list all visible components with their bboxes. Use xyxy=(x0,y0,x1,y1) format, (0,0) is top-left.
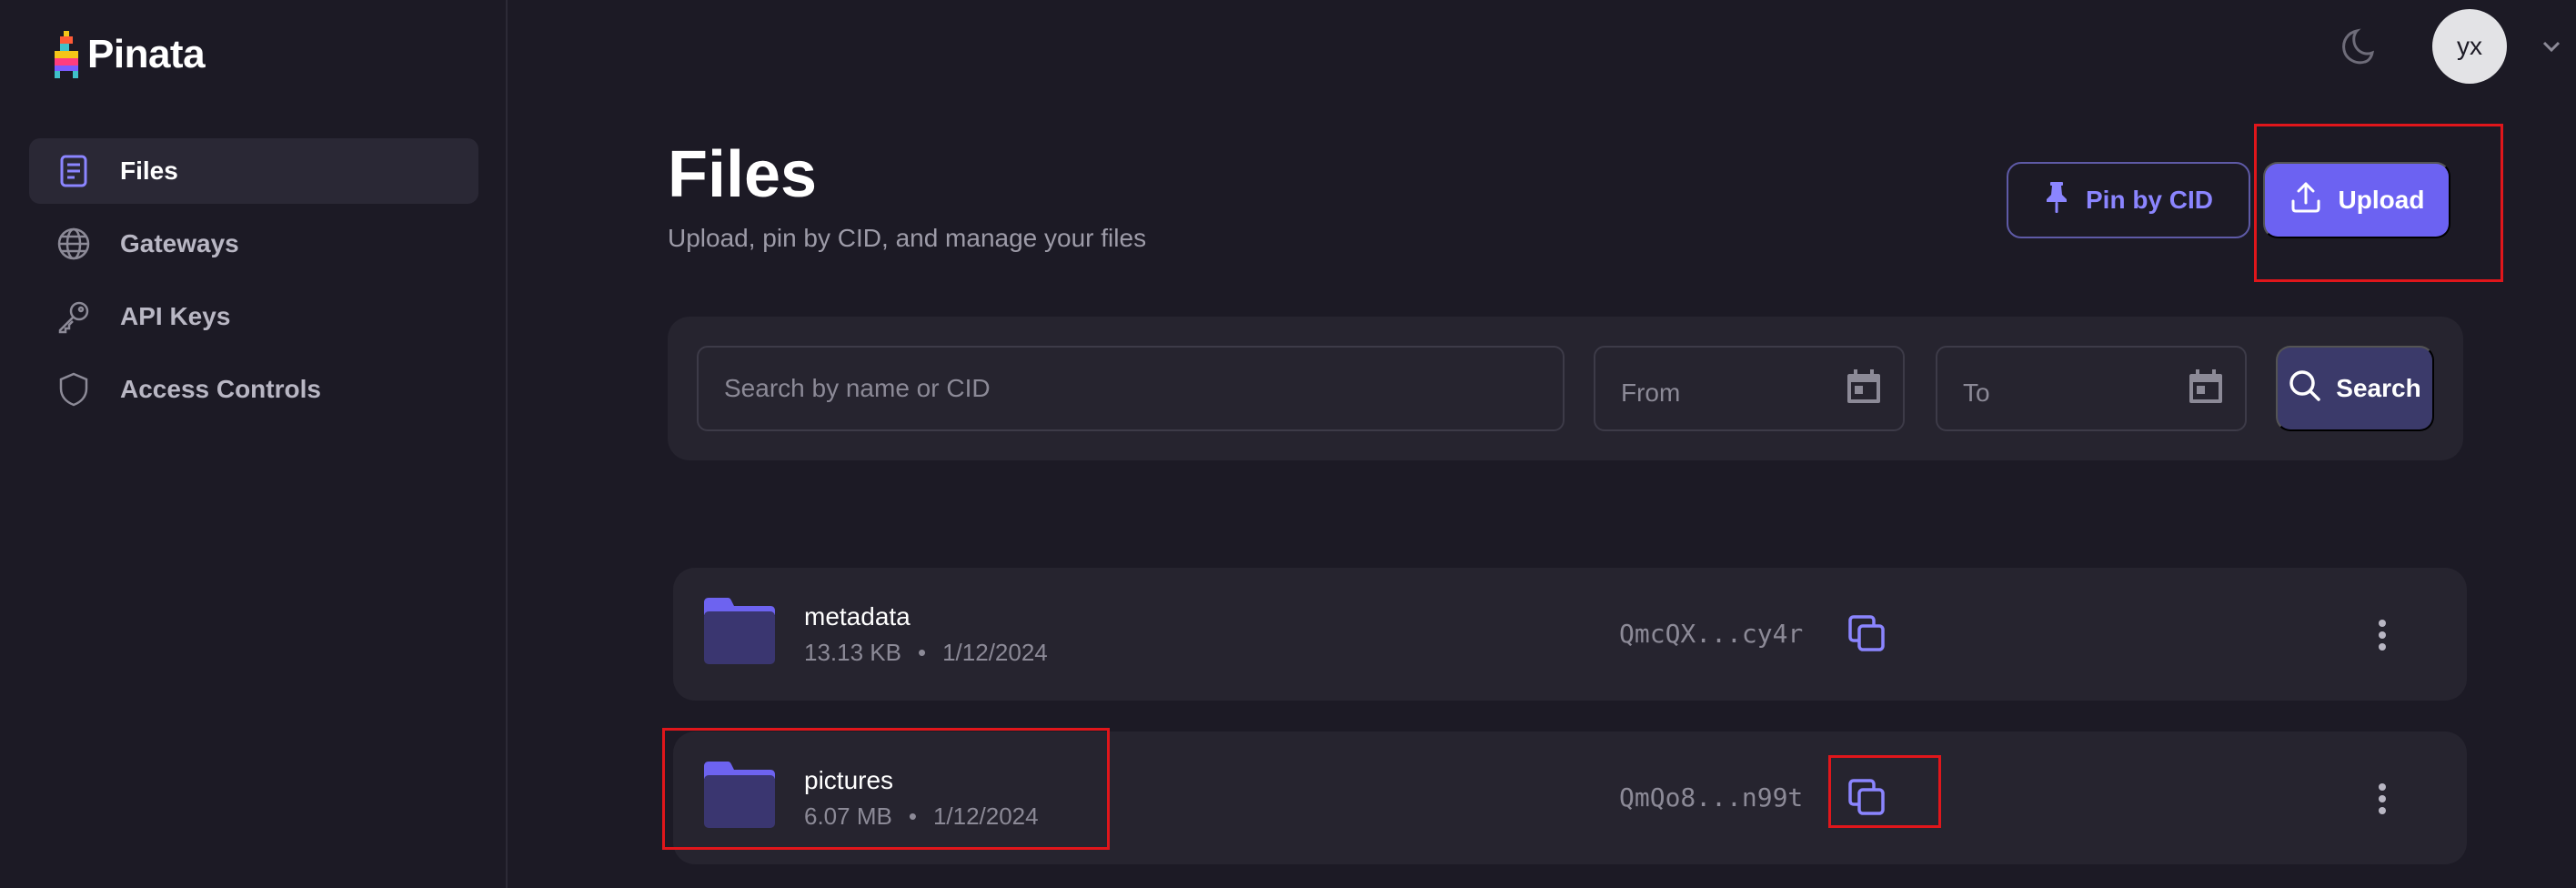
sidebar-item-label: Files xyxy=(120,156,178,185)
copy-icon[interactable] xyxy=(1846,613,1887,653)
file-date: 1/12/2024 xyxy=(932,802,1039,830)
sidebar: Pinata Files Gateways API Keys Access Co… xyxy=(0,0,508,888)
sidebar-item-api-keys[interactable]: API Keys xyxy=(29,284,478,349)
meta-separator: • xyxy=(908,802,917,830)
pinata-llama-icon xyxy=(55,31,78,78)
key-icon xyxy=(56,299,91,334)
globe-icon xyxy=(56,227,91,261)
sidebar-item-label: Access Controls xyxy=(120,375,321,403)
to-date-field[interactable]: To xyxy=(1936,346,2247,431)
file-meta: 13.13 KB • 1/12/2024 xyxy=(804,639,1048,667)
sidebar-nav: Files Gateways API Keys Access Controls xyxy=(29,138,478,429)
to-date-placeholder: To xyxy=(1963,378,1990,407)
file-size: 13.13 KB xyxy=(804,639,901,666)
shield-icon xyxy=(56,372,91,407)
sidebar-item-label: Gateways xyxy=(120,229,239,257)
more-options-icon[interactable] xyxy=(2376,617,2389,653)
search-button-label: Search xyxy=(2336,374,2421,402)
pinata-logo[interactable]: Pinata xyxy=(51,31,206,78)
calendar-icon[interactable] xyxy=(2187,368,2225,406)
from-date-placeholder: From xyxy=(1621,378,1681,407)
file-name[interactable]: pictures xyxy=(804,766,893,795)
file-row[interactable]: pictures 6.07 MB • 1/12/2024 QmQo8...n99… xyxy=(673,732,2467,864)
file-name[interactable]: metadata xyxy=(804,602,911,631)
sidebar-item-label: API Keys xyxy=(120,302,231,330)
upload-label: Upload xyxy=(2338,186,2425,214)
search-icon xyxy=(2289,369,2321,409)
sidebar-item-access-controls[interactable]: Access Controls xyxy=(29,357,478,422)
sidebar-item-files[interactable]: Files xyxy=(29,138,478,204)
folder-icon xyxy=(702,761,777,830)
copy-icon[interactable] xyxy=(1846,777,1887,817)
pin-by-cid-button[interactable]: Pin by CID xyxy=(2007,162,2250,238)
from-date-field[interactable]: From xyxy=(1594,346,1905,431)
file-row[interactable]: metadata 13.13 KB • 1/12/2024 QmcQX...cy… xyxy=(673,568,2467,701)
sidebar-item-gateways[interactable]: Gateways xyxy=(29,211,478,277)
app-name: Pinata xyxy=(87,32,206,76)
file-icon xyxy=(56,154,91,188)
page-subtitle: Upload, pin by CID, and manage your file… xyxy=(668,224,1147,252)
moon-icon[interactable] xyxy=(2338,25,2381,69)
pin-by-cid-label: Pin by CID xyxy=(2085,186,2213,214)
meta-separator: • xyxy=(917,639,927,666)
upload-button[interactable]: Upload xyxy=(2263,162,2450,238)
file-cid: QmQo8...n99t xyxy=(1619,782,1804,812)
search-input[interactable]: Search by name or CID xyxy=(697,346,1565,431)
search-panel: Search by name or CID From To Search xyxy=(668,317,2463,460)
file-cid: QmcQX...cy4r xyxy=(1619,619,1804,649)
search-button[interactable]: Search xyxy=(2276,346,2434,431)
file-size: 6.07 MB xyxy=(804,802,892,830)
avatar[interactable]: yx xyxy=(2432,9,2507,84)
upload-icon xyxy=(2289,181,2322,220)
pin-icon xyxy=(2044,181,2069,219)
chevron-down-icon[interactable] xyxy=(2540,35,2563,58)
file-meta: 6.07 MB • 1/12/2024 xyxy=(804,802,1039,831)
file-date: 1/12/2024 xyxy=(942,639,1048,666)
page-title: Files xyxy=(668,138,818,211)
folder-icon xyxy=(702,597,777,666)
more-options-icon[interactable] xyxy=(2376,781,2389,817)
calendar-icon[interactable] xyxy=(1845,368,1883,406)
search-input-placeholder: Search by name or CID xyxy=(724,374,991,402)
